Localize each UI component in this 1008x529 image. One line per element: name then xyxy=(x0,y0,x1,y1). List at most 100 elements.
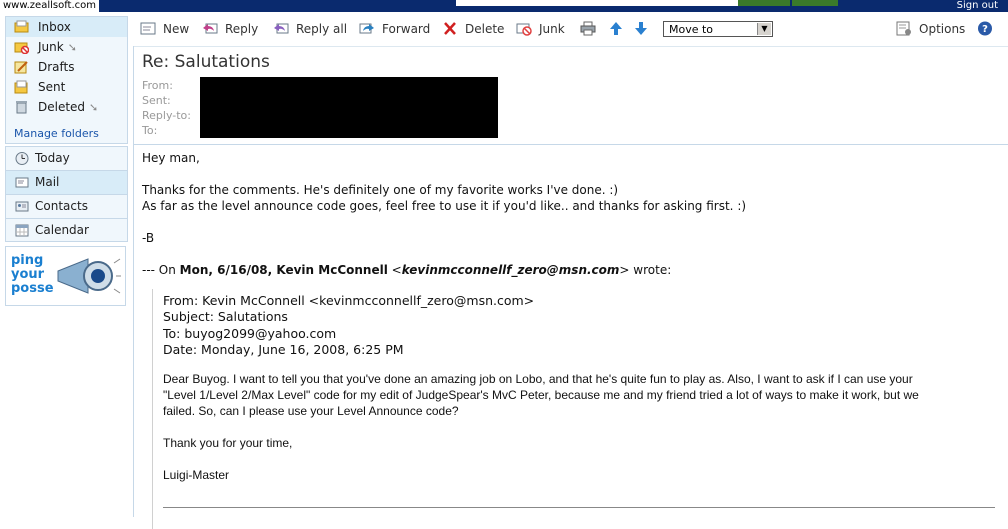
drafts-icon xyxy=(14,61,28,74)
toolbar: New Reply Reply all Forward Delete Junk … xyxy=(133,12,1008,47)
top-bar: www.zeallsoft.com Sign out xyxy=(0,0,1008,12)
quoted-body-line: "Level 1/Level 2/Max Level" code for my … xyxy=(163,388,919,402)
quote-intro: --- On Mon, 6/16/08, Kevin McConnell <ke… xyxy=(142,262,992,278)
folder-sent[interactable]: Sent xyxy=(6,77,127,97)
greeting: Hey man, xyxy=(142,151,200,165)
signoff: -B xyxy=(142,231,155,245)
button-label: Reply xyxy=(225,22,259,36)
body-line: As far as the level announce code goes, … xyxy=(142,199,747,213)
printer-icon xyxy=(580,21,596,36)
search-button[interactable] xyxy=(738,0,790,6)
nav-label: Today xyxy=(35,151,70,165)
folder-inbox[interactable]: Inbox xyxy=(6,17,127,37)
junk-icon xyxy=(516,23,532,36)
button-label: Delete xyxy=(465,22,505,36)
quoted-to: To: buyog2099@yahoo.com xyxy=(163,326,337,341)
mail-icon xyxy=(15,177,29,188)
search-box[interactable] xyxy=(456,0,738,6)
manage-folders-link[interactable]: Manage folders xyxy=(14,127,99,140)
folder-label: Inbox xyxy=(38,20,71,34)
print-button[interactable] xyxy=(580,20,598,38)
message-subject: Re: Salutations xyxy=(142,52,270,72)
button-label: Options xyxy=(919,22,966,36)
quote-email[interactable]: kevinmcconnellf_zero@msn.com xyxy=(402,263,620,277)
quoted-message: From: Kevin McConnell <kevinmcconnellf_z… xyxy=(152,289,997,529)
message-pane: Re: Salutations From: Sent: Reply-to: To… xyxy=(133,46,1008,529)
body-line: Thanks for the comments. He's definitely… xyxy=(142,183,619,197)
nav-today[interactable]: Today xyxy=(6,147,127,171)
quote-suffix: > wrote: xyxy=(619,263,672,277)
folder-label: Sent xyxy=(38,80,66,94)
options-icon xyxy=(896,21,911,36)
reply-all-icon xyxy=(274,23,289,34)
folder-drafts[interactable]: Drafts xyxy=(6,57,127,77)
reply-button[interactable]: Reply xyxy=(202,20,262,38)
empty-folder-icon[interactable]: ➘ xyxy=(89,98,98,118)
contacts-icon xyxy=(15,201,29,212)
move-to-select[interactable]: Move to ▼ xyxy=(663,21,773,37)
ping-your-posse-ad[interactable]: ping your posse xyxy=(5,246,126,306)
quoted-signature: Luigi-Master xyxy=(163,468,230,482)
header-label-reply-to: Reply-to: xyxy=(142,109,191,122)
button-label: Junk xyxy=(539,22,565,36)
forward-button[interactable]: Forward xyxy=(359,20,431,38)
header-divider xyxy=(134,144,1008,145)
button-label: New xyxy=(163,22,190,36)
ad-text: ping your posse xyxy=(11,254,54,296)
reply-icon xyxy=(203,23,218,34)
forward-icon xyxy=(359,23,374,34)
ad-line: ping xyxy=(11,253,44,268)
clock-icon xyxy=(15,152,29,165)
chevron-down-icon[interactable]: ▼ xyxy=(757,23,771,35)
sent-icon xyxy=(14,80,28,94)
folder-label: Junk xyxy=(38,40,64,54)
folder-junk[interactable]: Junk ➘ xyxy=(6,37,127,57)
header-label-to: To: xyxy=(142,124,158,137)
quoted-body-line: Dear Buyog. I want to tell you that you'… xyxy=(163,372,913,386)
quote-prefix: --- On xyxy=(142,263,180,277)
inbox-icon xyxy=(14,20,29,33)
nav-label: Contacts xyxy=(35,199,88,213)
nav-contacts[interactable]: Contacts xyxy=(6,195,127,219)
new-mail-icon xyxy=(140,22,156,35)
reply-all-button[interactable]: Reply all xyxy=(273,20,348,38)
nav-label: Calendar xyxy=(35,223,89,237)
folder-label: Deleted xyxy=(38,100,86,114)
sidebar: Inbox Junk ➘ Drafts Sent Deleted ➘ Manage … xyxy=(0,12,132,517)
quote-lt: < xyxy=(387,263,402,277)
quoted-from: From: Kevin McConnell <kevinmcconnellf_z… xyxy=(163,293,535,308)
help-icon: ? xyxy=(978,21,992,36)
app-nav: Today Mail Contacts Calendar xyxy=(5,146,128,242)
megaphone-icon xyxy=(57,258,121,294)
nav-calendar[interactable]: Calendar xyxy=(6,219,127,242)
previous-message-button[interactable] xyxy=(608,20,626,38)
ad-line: posse xyxy=(11,281,54,296)
delete-button[interactable]: Delete xyxy=(442,20,504,38)
quoted-thanks: Thank you for your time, xyxy=(163,436,293,450)
move-to-value: Move to xyxy=(669,23,714,36)
empty-folder-icon[interactable]: ➘ xyxy=(68,38,77,58)
deleted-icon xyxy=(16,101,27,114)
header-label-sent: Sent: xyxy=(142,94,171,107)
delete-x-icon xyxy=(444,22,456,35)
calendar-icon xyxy=(15,224,29,237)
quoted-subject: Subject: Salutations xyxy=(163,309,288,324)
svg-text:?: ? xyxy=(982,24,988,35)
arrow-down-icon xyxy=(635,22,647,35)
new-button[interactable]: New xyxy=(140,20,192,38)
quote-date: Mon, 6/16/08, Kevin McConnell xyxy=(179,263,388,277)
sign-out-link[interactable]: Sign out xyxy=(957,0,998,12)
redacted-header-values xyxy=(200,77,498,138)
junk-button[interactable]: Junk xyxy=(516,20,568,38)
junk-folder-icon xyxy=(14,42,29,54)
ad-line: your xyxy=(11,267,45,282)
folder-deleted[interactable]: Deleted ➘ xyxy=(6,97,127,117)
options-button[interactable]: Options xyxy=(896,20,968,38)
nav-mail[interactable]: Mail xyxy=(6,171,127,195)
web-search-button[interactable] xyxy=(792,0,838,6)
next-message-button[interactable] xyxy=(633,20,651,38)
nav-label: Mail xyxy=(35,175,60,189)
help-button[interactable]: ? xyxy=(977,20,995,38)
message-body: Hey man, Thanks for the comments. He's d… xyxy=(142,150,992,278)
header-label-from: From: xyxy=(142,79,173,92)
